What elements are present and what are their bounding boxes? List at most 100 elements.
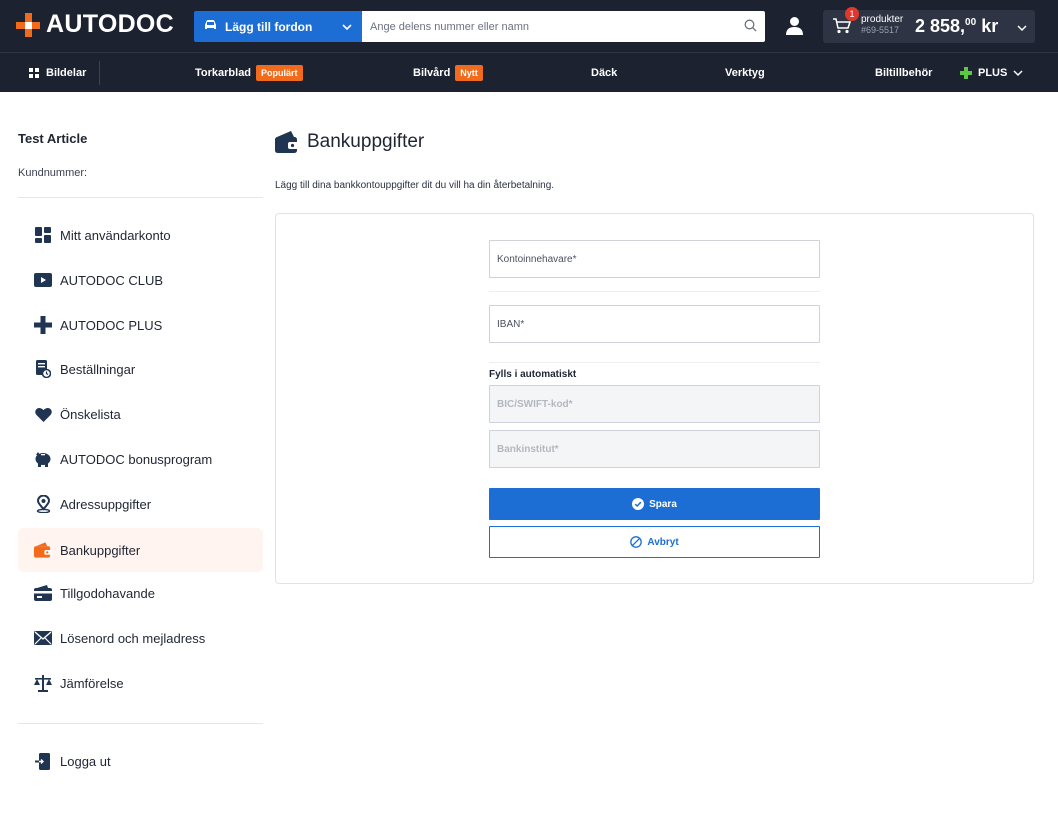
bic-swift-input <box>490 386 819 422</box>
autodoc-logo[interactable]: AUTODOC <box>16 10 174 39</box>
sidebar-user-name: Test Article <box>18 131 88 146</box>
add-vehicle-button[interactable]: Lägg till fordon <box>194 11 362 42</box>
wallet-icon <box>275 131 299 153</box>
account-holder-field <box>489 240 820 278</box>
sidebar-item-losenord[interactable]: Lösenord och mejladress <box>18 616 263 660</box>
check-circle-icon <box>632 498 645 510</box>
save-label: Spara <box>649 498 677 510</box>
nav-label: Verktyg <box>725 67 765 79</box>
search-bar <box>362 11 765 42</box>
iban-field <box>489 305 820 343</box>
form-divider <box>489 291 820 292</box>
account-holder-input[interactable] <box>490 241 819 277</box>
logo-plus-icon <box>16 12 40 37</box>
sidebar-item-label: AUTODOC CLUB <box>60 272 164 288</box>
bic-swift-field <box>489 385 820 423</box>
top-header: AUTODOC Lägg till fordon 1 produkter #69… <box>0 0 1058 52</box>
nav-item-bildelar[interactable]: Bildelar <box>29 53 86 93</box>
chevron-down-icon <box>342 20 352 35</box>
dashboard-icon <box>34 226 52 244</box>
page-header: Bankuppgifter <box>275 131 424 153</box>
sidebar-item-bonusprogram[interactable]: AUTODOC bonusprogram <box>18 437 263 481</box>
heart-icon <box>34 405 52 423</box>
sidebar-item-label: Beställningar <box>60 361 136 377</box>
sidebar-item-autodoc-club[interactable]: AUTODOC CLUB <box>18 258 263 302</box>
add-vehicle-label: Lägg till fordon <box>225 19 313 34</box>
logout-button[interactable]: Logga ut <box>18 739 263 783</box>
sidebar-item-label: Bankuppgifter <box>60 542 141 558</box>
customer-number-label: Kundnummer: <box>18 167 88 179</box>
price-main: 2 858, <box>915 16 966 36</box>
cart-icon <box>833 18 852 37</box>
orders-icon <box>34 360 52 378</box>
sidebar-item-label: AUTODOC bonusprogram <box>60 451 213 467</box>
page-description: Lägg till dina bankkontouppgifter dit du… <box>275 180 555 191</box>
iban-input[interactable] <box>490 306 819 342</box>
sidebar-item-label: Jämförelse <box>60 675 124 691</box>
search-icon[interactable] <box>744 19 757 35</box>
nav-label: Däck <box>591 67 618 79</box>
sidebar-item-label: Mitt användarkonto <box>60 227 171 243</box>
cart-total-price: 2 858,00 kr <box>915 16 998 37</box>
sidebar-item-label: Tillgodohavande <box>60 585 155 601</box>
plus-icon <box>960 67 972 79</box>
price-decimals: 00 <box>965 17 977 28</box>
credit-card-icon <box>34 584 52 602</box>
user-account-icon[interactable] <box>785 16 804 39</box>
logout-icon <box>34 752 52 770</box>
nav-item-bilvard[interactable]: Bilvård Nytt <box>413 53 483 93</box>
nav-item-biltillbehor[interactable]: Biltillbehör <box>875 53 932 93</box>
play-icon <box>34 271 52 289</box>
sidebar-item-jamforelse[interactable]: Jämförelse <box>18 661 263 705</box>
nav-label: Torkarblad <box>195 67 252 79</box>
sidebar-divider <box>18 197 263 198</box>
sidebar-item-label: Adressuppgifter <box>60 496 152 512</box>
new-badge: Nytt <box>455 65 483 81</box>
sidebar-divider <box>18 723 263 724</box>
piggy-bank-icon <box>34 450 52 468</box>
sidebar-item-bankuppgifter[interactable]: Bankuppgifter <box>18 528 263 572</box>
cancel-button[interactable]: Avbryt <box>489 526 820 558</box>
sidebar-item-label: Lösenord och mejladress <box>60 630 206 646</box>
bank-institute-field <box>489 430 820 468</box>
cart-products: produkter #69-5517 <box>861 14 903 36</box>
sidebar-item-autodoc-plus[interactable]: AUTODOC PLUS <box>18 303 263 347</box>
sidebar-item-label: Önskelista <box>60 406 121 422</box>
category-nav: Bildelar Torkarblad Populärt Bilvård Nyt… <box>0 52 1058 92</box>
nav-divider <box>99 61 100 85</box>
nav-item-torkarblad[interactable]: Torkarblad Populärt <box>195 53 303 93</box>
nav-label: Biltillbehör <box>875 67 933 79</box>
sidebar-item-label: AUTODOC PLUS <box>60 317 163 333</box>
sidebar-item-tillgodohavande[interactable]: Tillgodohavande <box>18 571 263 615</box>
sidebar-item-adressuppgifter[interactable]: Adressuppgifter <box>18 482 263 526</box>
nav-item-dack[interactable]: Däck <box>591 53 617 93</box>
logout-label: Logga ut <box>60 753 111 769</box>
popular-badge: Populärt <box>256 65 303 81</box>
nav-label: Bildelar <box>46 67 87 79</box>
wallet-icon <box>34 541 52 559</box>
search-input[interactable] <box>362 11 722 42</box>
grid-icon <box>29 68 39 78</box>
sidebar-item-bestallningar[interactable]: Beställningar <box>18 347 263 391</box>
logo-text: AUTODOC <box>46 10 175 38</box>
page-title: Bankuppgifter <box>307 131 425 152</box>
nav-item-verktyg[interactable]: Verktyg <box>725 53 765 93</box>
nav-label: PLUS <box>978 67 1008 79</box>
bank-details-form-card: Fylls i automatiskt Spara Avbryt <box>275 213 1034 584</box>
save-button[interactable]: Spara <box>489 488 820 520</box>
auto-filled-label: Fylls i automatiskt <box>489 369 577 380</box>
cart-count-badge: 1 <box>845 7 859 21</box>
scales-icon <box>34 674 52 692</box>
price-currency: kr <box>981 16 999 36</box>
cart-summary[interactable]: 1 produkter #69-5517 2 858,00 kr <box>823 7 1035 43</box>
sidebar-item-onskelista[interactable]: Önskelista <box>18 392 263 436</box>
chevron-down-icon <box>1013 68 1023 78</box>
chevron-down-icon <box>1017 21 1027 36</box>
bank-institute-input <box>490 431 819 467</box>
sidebar-item-mitt-anvandarkonto[interactable]: Mitt användarkonto <box>18 213 263 257</box>
cart-number: #69-5517 <box>861 25 900 35</box>
plus-icon <box>34 316 52 334</box>
nav-item-plus[interactable]: PLUS <box>960 53 1023 93</box>
cancel-label: Avbryt <box>647 536 679 548</box>
car-icon <box>204 19 217 34</box>
